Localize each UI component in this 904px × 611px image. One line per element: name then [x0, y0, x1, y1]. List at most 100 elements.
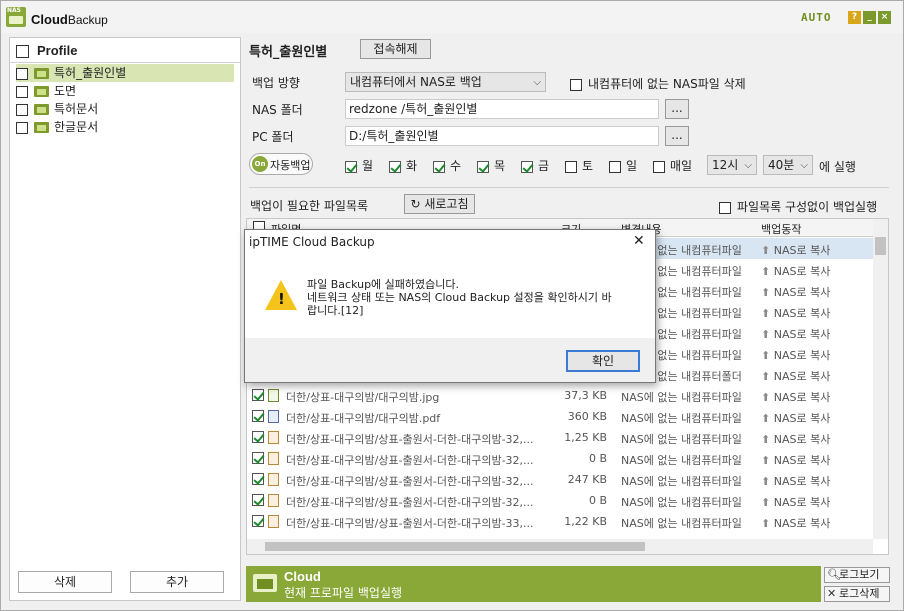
file-size: 0 B: [588, 452, 607, 465]
title-bar[interactable]: NAS CloudBackup AUTO ? _ ×: [1, 1, 903, 33]
file-checkbox[interactable]: [252, 452, 264, 464]
nas-browse-button[interactable]: ...: [665, 99, 689, 119]
upload-arrow-icon: ⬆: [761, 475, 774, 488]
file-checkbox[interactable]: [252, 431, 264, 443]
profile-checkbox[interactable]: [16, 103, 28, 116]
table-row[interactable]: 더한/상표-대구의밤/상표-출원서-더한-대구의밤-32,... 0 B NAS에 …: [247, 448, 873, 469]
day-tue[interactable]: 화: [389, 157, 417, 174]
profile-checkbox[interactable]: [16, 67, 28, 80]
file-checkbox[interactable]: [252, 494, 264, 506]
upload-arrow-icon: ⬆: [761, 454, 774, 467]
file-action: ⬆ NAS로 복사: [761, 265, 831, 278]
upload-arrow-icon: ⬆: [761, 412, 774, 425]
file-action: ⬆ NAS로 복사: [761, 433, 831, 446]
file-change: NAS에 없는 내컴퓨터파일: [621, 454, 742, 467]
run-suffix: 에 실행: [819, 160, 856, 174]
file-checkbox[interactable]: [252, 473, 264, 485]
disconnect-button[interactable]: 접속해제: [360, 39, 431, 59]
delete-profile-button[interactable]: 삭제: [18, 571, 112, 593]
file-action: ⬆ NAS로 복사: [761, 496, 831, 509]
file-checkbox[interactable]: [252, 515, 264, 527]
help-button[interactable]: ?: [848, 11, 861, 24]
profile-item[interactable]: 특허_출원인별: [16, 64, 234, 82]
hour-select[interactable]: 12시 ⌵: [707, 155, 757, 175]
vertical-scrollbar[interactable]: [873, 219, 888, 539]
day-thu[interactable]: 목: [477, 157, 505, 174]
no-list-checkbox[interactable]: [719, 201, 731, 214]
ok-button[interactable]: 확인: [566, 350, 640, 372]
profile-item[interactable]: 특허문서: [16, 100, 234, 118]
horizontal-scrollbar[interactable]: [247, 539, 873, 554]
chevron-down-icon: ⌵: [744, 160, 752, 171]
upload-arrow-icon: ⬆: [761, 517, 774, 530]
no-list-option[interactable]: 파일목록 구성없이 백업실행: [719, 198, 877, 215]
upload-arrow-icon: ⬆: [761, 433, 774, 446]
profile-panel: Profile 특허_출원인별 도면 특허문서 한글문서: [9, 37, 241, 601]
table-row[interactable]: 더한/상표-대구의밤/대구의밤.jpg 37,3 KB NAS에 없는 내컴퓨터파일…: [247, 385, 873, 406]
table-row[interactable]: 더한/상표-대구의밤/상표-출원서-더한-대구의밤-32,... 1,25 KB N…: [247, 427, 873, 448]
file-change: NAS에 없는 내컴퓨터파일: [621, 517, 742, 530]
toggle-on-indicator: On: [252, 156, 268, 172]
log-delete-button[interactable]: ✕ 로그삭제: [824, 586, 890, 602]
file-checkbox[interactable]: [252, 410, 264, 422]
refresh-button[interactable]: ↻ 새로고침: [404, 194, 475, 214]
day-mon[interactable]: 월: [345, 157, 373, 174]
auto-indicator[interactable]: AUTO: [801, 11, 832, 24]
day-sun[interactable]: 일: [609, 157, 637, 174]
delete-nas-option[interactable]: 내컴퓨터에 없는 NAS파일 삭제: [570, 75, 746, 92]
file-name: 더한/상표-대구의밤/상표-출원서-더한-대구의밤-33,...: [286, 517, 534, 530]
table-row[interactable]: 더한/상표-대구의밤/상표-출원서-더한-대구의밤-33,... 1,22 KB N…: [247, 511, 873, 532]
file-action: ⬆ NAS로 복사: [761, 307, 831, 320]
day-fri[interactable]: 금: [521, 157, 549, 174]
file-size: 360 KB: [567, 410, 607, 423]
pc-folder-label: PC 폴더: [252, 130, 294, 144]
table-row[interactable]: 더한/상표-대구의밤/상표-출원서-더한-대구의밤-32,... 0 B NAS에 …: [247, 490, 873, 511]
profile-checkbox[interactable]: [16, 85, 28, 98]
upload-arrow-icon: ⬆: [761, 307, 774, 320]
file-icon: [268, 389, 279, 402]
file-action: ⬆ NAS로 복사: [761, 244, 831, 257]
pc-browse-button[interactable]: ...: [665, 126, 689, 146]
file-action: ⬆ NAS로 복사: [761, 391, 831, 404]
file-size: 37,3 KB: [564, 389, 607, 402]
close-button[interactable]: ×: [878, 11, 891, 24]
day-sat[interactable]: 토: [565, 157, 593, 174]
day-everyday[interactable]: 매일: [653, 157, 692, 174]
minimize-button[interactable]: _: [863, 11, 876, 24]
nas-folder-field[interactable]: redzone /특허_출원인별: [345, 99, 659, 119]
dialog-message: 파일 Backup에 실패하였습니다. 네트워크 상태 또는 NAS의 Clou…: [307, 278, 612, 317]
app-logo-icon: NAS: [6, 7, 26, 27]
direction-select[interactable]: 내컴퓨터에서 NAS로 백업 ⌵: [345, 72, 546, 92]
profile-select-all-checkbox[interactable]: [16, 45, 29, 59]
profile-list: 특허_출원인별 도면 특허문서 한글문서: [16, 64, 234, 136]
folder-icon: [34, 104, 49, 115]
add-profile-button[interactable]: 추가: [130, 571, 224, 593]
file-size: 247 KB: [567, 473, 607, 486]
log-view-button[interactable]: 🔍︎ 로그보기: [824, 567, 890, 583]
file-name: 더한/상표-대구의밤/상표-출원서-더한-대구의밤-32,...: [286, 454, 534, 467]
upload-arrow-icon: ⬆: [761, 391, 774, 404]
col-action[interactable]: 백업동작: [761, 221, 801, 237]
table-row[interactable]: 더한/상표-대구의밤/상표-출원서-더한-대구의밤-32,... 247 KB NA…: [247, 469, 873, 490]
dialog-close-icon[interactable]: ✕: [633, 233, 645, 249]
delete-nas-checkbox[interactable]: [570, 78, 582, 91]
backup-status-bar[interactable]: Cloud 현재 프로파일 백업실행: [246, 566, 821, 602]
pc-folder-field[interactable]: D:/특허_출원인별: [345, 126, 659, 146]
table-row[interactable]: 더한/상표-대구의밤/대구의밤.pdf 360 KB NAS에 없는 내컴퓨터파일 ⬆…: [247, 406, 873, 427]
profile-item[interactable]: 도면: [16, 82, 234, 100]
chevron-down-icon: ⌵: [533, 77, 541, 88]
file-checkbox[interactable]: [252, 389, 264, 401]
file-icon: [268, 452, 279, 465]
profile-checkbox[interactable]: [16, 121, 28, 134]
direction-label: 백업 방향: [252, 76, 300, 90]
file-change: NAS에 없는 내컴퓨터파일: [621, 433, 742, 446]
upload-arrow-icon: ⬆: [761, 496, 774, 509]
chevron-down-icon: ⌵: [800, 160, 808, 171]
upload-arrow-icon: ⬆: [761, 286, 774, 299]
file-name: 더한/상표-대구의밤/상표-출원서-더한-대구의밤-32,...: [286, 475, 534, 488]
minute-select[interactable]: 40분 ⌵: [763, 155, 813, 175]
profile-item[interactable]: 한글문서: [16, 118, 234, 136]
auto-backup-toggle[interactable]: On 자동백업: [249, 153, 313, 175]
status-text: 현재 프로파일 백업실행: [284, 586, 403, 600]
day-wed[interactable]: 수: [433, 157, 461, 174]
